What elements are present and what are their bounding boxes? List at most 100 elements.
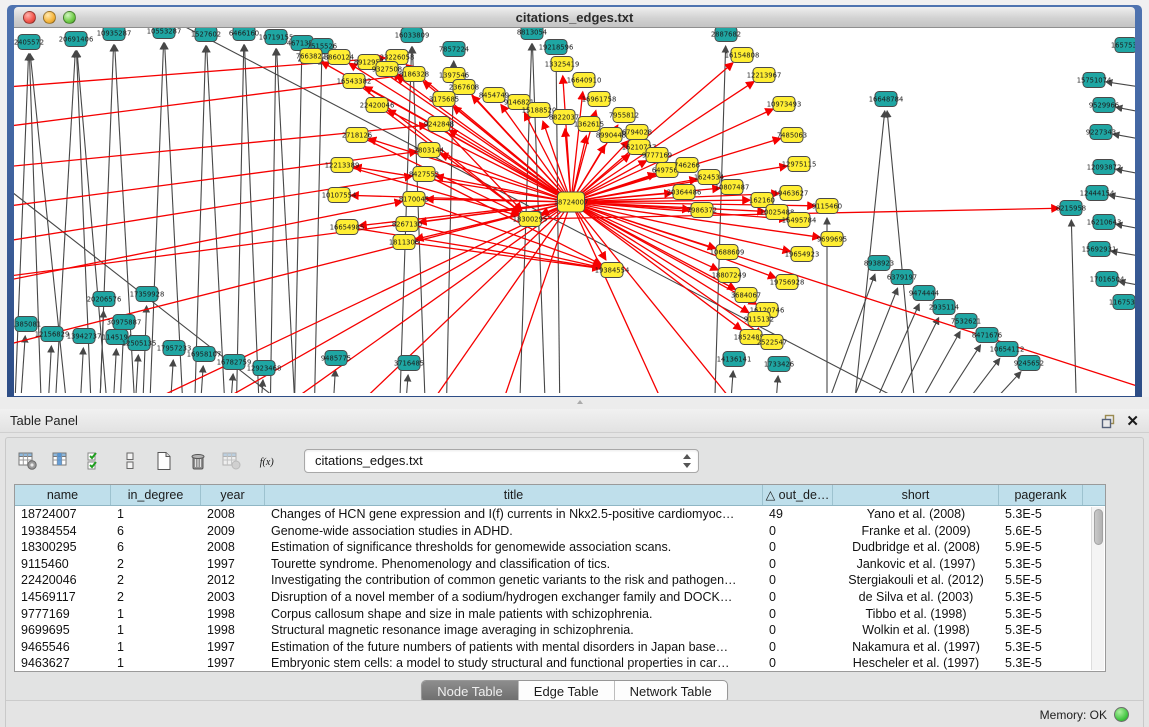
table-cell[interactable]: 2 bbox=[111, 572, 201, 589]
selected-edge[interactable] bbox=[14, 202, 571, 278]
table-cell[interactable]: 5.3E-5 bbox=[999, 639, 1083, 656]
table-cell[interactable]: 1997 bbox=[201, 556, 265, 573]
table-cell[interactable]: 9777169 bbox=[15, 606, 111, 623]
table-settings-button[interactable] bbox=[14, 448, 42, 474]
table-row[interactable]: 1938455462009Genome-wide association stu… bbox=[15, 523, 1105, 540]
table-cell[interactable]: Estimation of the future numbers of pati… bbox=[265, 639, 763, 656]
table-cell[interactable]: Nakamura et al. (1997) bbox=[833, 639, 999, 656]
table-cell[interactable]: Estimation of significance thresholds fo… bbox=[265, 539, 763, 556]
table-cell[interactable]: Tourette syndrome. Phenomenology and cla… bbox=[265, 556, 763, 573]
table-cell[interactable]: 0 bbox=[763, 639, 833, 656]
edge[interactable] bbox=[729, 371, 733, 393]
edge[interactable] bbox=[294, 55, 302, 393]
table-cell[interactable]: Corpus callosum shape and size in male p… bbox=[265, 606, 763, 623]
table-cell[interactable]: 1 bbox=[111, 622, 201, 639]
minimize-button[interactable] bbox=[43, 11, 56, 24]
edge[interactable] bbox=[47, 346, 51, 393]
table-cell[interactable]: de Silva et al. (2003) bbox=[833, 589, 999, 606]
table-cell[interactable]: 18724007 bbox=[15, 506, 111, 523]
close-panel-button[interactable]: ✕ bbox=[1126, 414, 1139, 429]
table-cell[interactable]: 19384554 bbox=[15, 523, 111, 540]
column-header-pagerank[interactable]: pagerank bbox=[999, 485, 1083, 505]
vertical-scrollbar[interactable] bbox=[1091, 507, 1104, 670]
table-cell[interactable]: 18300295 bbox=[15, 539, 111, 556]
edge[interactable] bbox=[884, 318, 939, 393]
table-cell[interactable]: 1998 bbox=[201, 606, 265, 623]
table-row[interactable]: 1456911722003Disruption of a novel membe… bbox=[15, 589, 1105, 606]
column-header-title[interactable]: title bbox=[265, 485, 763, 505]
table-cell[interactable]: 0 bbox=[763, 556, 833, 573]
table-cell[interactable]: 5.3E-5 bbox=[999, 622, 1083, 639]
table-row[interactable]: 911546021997Tourette syndrome. Phenomeno… bbox=[15, 556, 1105, 573]
edge[interactable] bbox=[969, 372, 1021, 393]
table-row[interactable]: 2242004622012Investigating the contribut… bbox=[15, 572, 1105, 589]
table-cell[interactable]: 0 bbox=[763, 655, 833, 672]
edge[interactable] bbox=[19, 336, 25, 393]
table-cell[interactable]: 1 bbox=[111, 606, 201, 623]
row-height-button[interactable] bbox=[116, 448, 144, 474]
column-header-year[interactable]: year bbox=[201, 485, 265, 505]
selected-edge[interactable] bbox=[571, 202, 1135, 393]
scrollbar-thumb[interactable] bbox=[1094, 509, 1103, 545]
table-cell[interactable]: 1997 bbox=[201, 639, 265, 656]
table-row[interactable]: 977716911998Corpus callosum shape and si… bbox=[15, 606, 1105, 623]
table-cell[interactable]: 2008 bbox=[201, 506, 265, 523]
table-selector-dropdown[interactable]: citations_edges.txt bbox=[304, 449, 699, 473]
table-cell[interactable]: 5.6E-5 bbox=[999, 523, 1083, 540]
table-cell[interactable]: Embryonic stem cells: a model to study s… bbox=[265, 655, 763, 672]
edge[interactable] bbox=[199, 366, 203, 393]
table-cell[interactable]: 9463627 bbox=[15, 655, 111, 672]
table-cell[interactable]: 1 bbox=[111, 655, 201, 672]
table-cell[interactable]: 0 bbox=[763, 523, 833, 540]
edge[interactable] bbox=[277, 49, 296, 393]
table-cell[interactable]: 0 bbox=[763, 589, 833, 606]
edge[interactable] bbox=[714, 46, 726, 393]
tab-node-table[interactable]: Node Table bbox=[422, 681, 518, 702]
close-button[interactable] bbox=[23, 11, 36, 24]
table-cell[interactable]: Changes of HCN gene expression and I(f) … bbox=[265, 506, 763, 523]
table-cell[interactable]: 5.3E-5 bbox=[999, 606, 1083, 623]
tab-edge-table[interactable]: Edge Table bbox=[518, 681, 614, 702]
edge[interactable] bbox=[229, 374, 233, 393]
column-header-short[interactable]: short bbox=[833, 485, 999, 505]
table-cell[interactable]: 0 bbox=[763, 539, 833, 556]
table-row[interactable]: 1830029562008Estimation of significance … bbox=[15, 539, 1105, 556]
delete-trash-button[interactable] bbox=[184, 448, 212, 474]
edge[interactable] bbox=[112, 349, 116, 393]
table-cell[interactable]: 6 bbox=[111, 523, 201, 540]
edge[interactable] bbox=[887, 111, 917, 393]
table-cell[interactable]: 9465546 bbox=[15, 639, 111, 656]
select-columns-button[interactable] bbox=[82, 448, 110, 474]
table-cell[interactable]: Genome-wide association studies in ADHD. bbox=[265, 523, 763, 540]
table-cell[interactable]: Stergiakouli et al. (2012) bbox=[833, 572, 999, 589]
edge[interactable] bbox=[446, 61, 454, 393]
table-cell[interactable]: Disruption of a novel member of a sodium… bbox=[265, 589, 763, 606]
edge[interactable] bbox=[332, 370, 335, 393]
edge[interactable] bbox=[169, 360, 173, 393]
table-cell[interactable]: Structural magnetic resonance image aver… bbox=[265, 622, 763, 639]
table-cell[interactable]: 6 bbox=[111, 539, 201, 556]
function-builder-button[interactable]: f(x) bbox=[252, 448, 286, 474]
table-row[interactable]: 946362711997Embryonic stem cells: a mode… bbox=[15, 655, 1105, 672]
edge[interactable] bbox=[1071, 220, 1077, 393]
network-canvas[interactable]: 1872400724055722069140610935287105532871… bbox=[14, 28, 1135, 396]
column-selector-button[interactable] bbox=[48, 448, 76, 474]
table-cell[interactable]: 5.3E-5 bbox=[999, 655, 1083, 672]
table-cell[interactable]: 2008 bbox=[201, 539, 265, 556]
table-row[interactable]: 969969511998Structural magnetic resonanc… bbox=[15, 622, 1105, 639]
edge[interactable] bbox=[864, 304, 919, 393]
edge[interactable] bbox=[194, 46, 206, 393]
table-cell[interactable]: 2009 bbox=[201, 523, 265, 540]
table-cell[interactable]: 9115460 bbox=[15, 556, 111, 573]
table-cell[interactable]: Tibbo et al. (1998) bbox=[833, 606, 999, 623]
table-cell[interactable]: 1997 bbox=[201, 655, 265, 672]
edge[interactable] bbox=[270, 49, 276, 393]
column-header-indegree[interactable]: in_degree bbox=[111, 485, 201, 505]
table-cell[interactable]: Investigating the contribution of common… bbox=[265, 572, 763, 589]
table-cell[interactable]: 2 bbox=[111, 589, 201, 606]
window-titlebar[interactable]: citations_edges.txt bbox=[14, 7, 1135, 28]
table-cell[interactable]: Dudbridge et al. (2008) bbox=[833, 539, 999, 556]
edge[interactable] bbox=[244, 45, 260, 393]
table-cell[interactable]: 1 bbox=[111, 506, 201, 523]
table-row[interactable]: 1872400712008Changes of HCN gene express… bbox=[15, 506, 1105, 523]
